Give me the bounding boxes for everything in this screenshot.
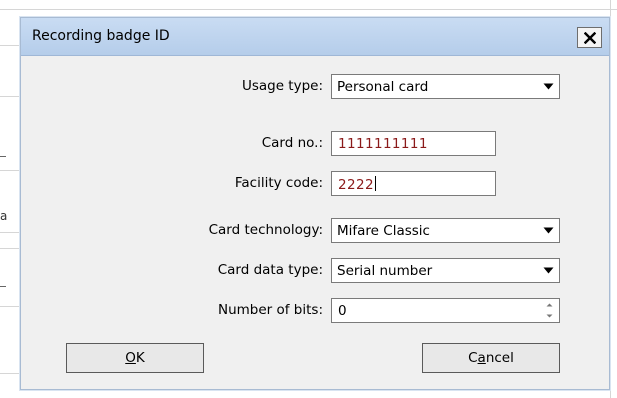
card-technology-label: Card technology: (208, 222, 323, 238)
card-no-label: Card no.: (261, 135, 323, 151)
close-button[interactable] (577, 27, 602, 48)
background-text-fragment: a (0, 209, 8, 223)
card-data-type-value: Serial number (337, 263, 433, 279)
chevron-down-icon[interactable] (538, 260, 558, 281)
background-gridline (0, 248, 20, 249)
facility-code-row: Facility code: 2222 (21, 171, 609, 197)
background-gridline (0, 306, 20, 307)
card-no-value: 1111111111 (338, 136, 428, 152)
number-of-bits-spinner[interactable]: 0 (331, 298, 560, 323)
cancel-button[interactable]: Cancel (422, 343, 560, 373)
cancel-label-post: ncel (485, 350, 514, 366)
number-of-bits-label: Number of bits: (217, 302, 323, 318)
background-gridline (0, 170, 20, 171)
card-technology-select[interactable]: Mifare Classic (331, 218, 560, 243)
cancel-label-pre: C (468, 350, 478, 366)
card-data-type-select[interactable]: Serial number (331, 258, 560, 283)
background-gridline (610, 0, 611, 398)
cancel-button-label: Cancel (468, 350, 514, 366)
spin-down-arrow[interactable] (540, 311, 558, 322)
ok-button-label: OK (125, 350, 145, 366)
background-gridline (0, 9, 617, 10)
number-of-bits-value: 0 (338, 303, 347, 319)
ok-label-post: K (135, 350, 145, 366)
background-gridline (0, 232, 20, 233)
chevron-down-icon[interactable] (538, 220, 558, 241)
dialog-title: Recording badge ID (32, 28, 170, 44)
cancel-label-accelerator: a (477, 350, 486, 366)
card-data-type-row: Card data type: Serial number (21, 258, 609, 284)
facility-code-value-wrap: 2222 (338, 176, 376, 193)
background-tick (0, 286, 6, 287)
spinner-arrows-icon[interactable] (540, 300, 558, 321)
card-technology-row: Card technology: Mifare Classic (21, 218, 609, 244)
background-gridline (0, 373, 20, 374)
facility-code-field[interactable]: 2222 (331, 171, 496, 196)
dialog-titlebar[interactable]: Recording badge ID (21, 18, 609, 56)
usage-type-label: Usage type: (241, 78, 323, 94)
number-of-bits-row: Number of bits: 0 (21, 298, 609, 324)
facility-code-value: 2222 (338, 177, 374, 193)
text-caret (374, 176, 376, 191)
background-gridline (0, 96, 20, 97)
card-data-type-label: Card data type: (217, 262, 323, 278)
background-gridline (0, 45, 20, 46)
close-x-icon (583, 31, 596, 44)
card-no-field[interactable]: 1111111111 (331, 131, 496, 156)
recording-badge-dialog: Recording badge ID Usage type: Personal … (20, 17, 610, 390)
usage-type-select[interactable]: Personal card (331, 74, 560, 99)
usage-type-row: Usage type: Personal card (21, 74, 609, 100)
spin-up-arrow[interactable] (540, 300, 558, 311)
ok-label-accelerator: O (125, 350, 136, 366)
card-technology-value: Mifare Classic (337, 223, 430, 239)
card-no-row: Card no.: 1111111111 (21, 131, 609, 157)
chevron-down-icon[interactable] (538, 76, 558, 97)
ok-button[interactable]: OK (66, 343, 204, 373)
facility-code-label: Facility code: (234, 175, 323, 191)
usage-type-value: Personal card (337, 79, 429, 95)
background-tick (0, 156, 6, 157)
